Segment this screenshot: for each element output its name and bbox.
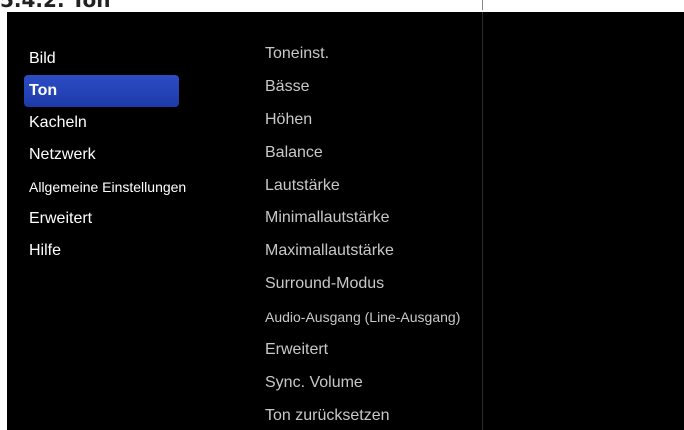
heading-rule (482, 0, 483, 10)
main-menu-item-allgemeine-einstellungen[interactable]: Allgemeine Einstellungen (7, 171, 237, 203)
main-menu-item-hilfe[interactable]: Hilfe (7, 235, 237, 267)
sound-submenu: Toneinst. Bässe Höhen Balance Lautstärke… (265, 38, 487, 430)
submenu-item-audio-ausgang[interactable]: Audio-Ausgang (Line-Ausgang) (265, 301, 487, 334)
main-menu-item-label: Allgemeine Einstellungen (29, 179, 187, 195)
submenu-item-maximallautstaerke[interactable]: Maximallautstärke (265, 235, 487, 268)
submenu-item-baesse[interactable]: Bässe (265, 71, 487, 104)
manual-page: 5.4.2. Ton Bild Ton Kacheln Netzwerk All… (0, 0, 684, 430)
main-menu-item-label: Netzwerk (29, 146, 96, 163)
main-menu-item-bild[interactable]: Bild (7, 43, 237, 75)
main-menu-item-label: Bild (29, 50, 56, 67)
main-menu-item-label: Ton (29, 82, 58, 99)
main-menu: Bild Ton Kacheln Netzwerk Allgemeine Ein… (7, 43, 237, 267)
submenu-item-balance[interactable]: Balance (265, 137, 487, 170)
submenu-item-surround-modus[interactable]: Surround-Modus (265, 268, 487, 301)
submenu-item-ton-zuruecksetzen[interactable]: Ton zurücksetzen (265, 400, 487, 430)
section-heading: 5.4.2. Ton (0, 0, 111, 12)
submenu-item-toneinst[interactable]: Toneinst. (265, 38, 487, 71)
main-menu-item-kacheln[interactable]: Kacheln (7, 107, 237, 139)
main-menu-item-label: Hilfe (29, 242, 62, 259)
submenu-item-erweitert[interactable]: Erweitert (265, 334, 487, 367)
main-menu-item-netzwerk[interactable]: Netzwerk (7, 139, 237, 171)
submenu-divider (482, 12, 483, 430)
osd-menu-screen: Bild Ton Kacheln Netzwerk Allgemeine Ein… (7, 12, 684, 430)
submenu-item-sync-volume[interactable]: Sync. Volume (265, 367, 487, 400)
main-menu-item-label: Erweitert (29, 210, 93, 227)
main-menu-item-label: Kacheln (29, 114, 87, 131)
main-menu-item-erweitert[interactable]: Erweitert (7, 203, 237, 235)
submenu-item-hoehen[interactable]: Höhen (265, 104, 487, 137)
submenu-item-lautstaerke[interactable]: Lautstärke (265, 170, 487, 203)
submenu-item-minimallautstaerke[interactable]: Minimallautstärke (265, 202, 487, 235)
main-menu-item-ton[interactable]: Ton (7, 75, 237, 107)
